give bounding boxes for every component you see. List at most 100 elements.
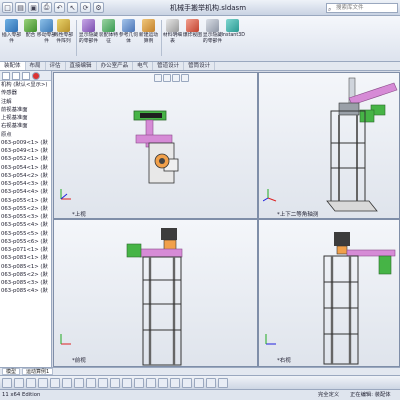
tree-item[interactable]: 063-p054<2> (默	[1, 172, 51, 180]
rebuild-icon[interactable]: ⟳	[80, 2, 91, 13]
gripper-part	[378, 255, 392, 275]
undo-icon[interactable]: ↶	[54, 2, 65, 13]
app-icon[interactable]	[38, 378, 48, 388]
feature-tree-icon[interactable]	[2, 72, 10, 80]
insert-component-icon	[5, 19, 18, 32]
show-hidden-components-button[interactable]: 显示隐藏的零部件	[79, 19, 98, 57]
new-icon[interactable]: □	[2, 2, 13, 13]
exploded-view-button[interactable]: 爆炸视图	[182, 19, 203, 57]
app-icon[interactable]	[194, 378, 204, 388]
tree-item[interactable]: 063-p055<4> (默	[1, 221, 51, 229]
tree-item[interactable]: 063-p085<4> (默	[1, 287, 51, 295]
tree-item[interactable]: 063-p055<2> (默	[1, 205, 51, 213]
property-manager-icon[interactable]	[12, 72, 20, 80]
tab-office-products[interactable]: 办公室产品	[97, 62, 134, 70]
tree-item[interactable]: 063-p055<1> (默	[1, 197, 51, 205]
tree-item[interactable]: 注解	[1, 98, 51, 106]
app-icon[interactable]	[146, 378, 156, 388]
app-icon[interactable]	[170, 378, 180, 388]
start-icon[interactable]	[2, 378, 12, 388]
appearance-icon[interactable]	[32, 72, 40, 80]
tab-electrical[interactable]: 电气	[133, 62, 154, 70]
app-icon[interactable]	[86, 378, 96, 388]
insert-component-button[interactable]: 插入零部件	[2, 19, 21, 57]
tree-item[interactable]: 063-p085<1> (默	[1, 263, 51, 271]
tab-tubing[interactable]: 管筒设计	[184, 62, 216, 70]
configuration-icon[interactable]	[22, 72, 30, 80]
select-icon[interactable]: ↖	[67, 2, 78, 13]
tab-evaluate[interactable]: 评估	[46, 62, 66, 70]
bill-of-materials-button[interactable]: 材料明细表	[162, 19, 183, 57]
app-icon[interactable]	[122, 378, 132, 388]
tree-item[interactable]: 右视基准面	[1, 122, 51, 130]
viewport-label: *上下二等角轴测	[277, 212, 319, 218]
tree-item[interactable]: 063-p009<1> (默	[1, 139, 51, 147]
tree-item[interactable]: 机构 (默认<显示>)	[1, 81, 51, 89]
arm-beam	[346, 249, 396, 257]
print-icon[interactable]: ⎙	[41, 2, 52, 13]
app-icon[interactable]	[98, 378, 108, 388]
tab-model[interactable]: 模型	[2, 368, 21, 375]
app-icon[interactable]	[14, 378, 24, 388]
tree-item[interactable]: 前视基准面	[1, 106, 51, 114]
reference-geometry-button[interactable]: 参考几何体	[119, 19, 138, 57]
app-icon[interactable]	[50, 378, 60, 388]
tree-item[interactable]: 原点	[1, 131, 51, 139]
tab-assembly[interactable]: 装配体	[0, 62, 26, 70]
ribbon-label: 材料明细表	[162, 33, 183, 44]
frame-outline	[323, 255, 359, 365]
tree-item[interactable]: 063-p052<1> (默	[1, 155, 51, 163]
tree-item[interactable]: 063-p054<3> (默	[1, 180, 51, 188]
axis-triad-icon	[263, 189, 277, 202]
open-icon[interactable]: ▤	[15, 2, 26, 13]
new-motion-study-button[interactable]: 新建运动算例	[139, 19, 158, 57]
tree-item[interactable]: 063-p055<3> (默	[1, 213, 51, 221]
instant3d-button[interactable]: Instant3D	[222, 19, 245, 57]
app-icon[interactable]	[218, 378, 228, 388]
options-icon[interactable]: ⚙	[93, 2, 104, 13]
arm-beam	[139, 248, 183, 258]
app-icon[interactable]	[110, 378, 120, 388]
app-icon[interactable]	[206, 378, 216, 388]
tree-item[interactable]: 063-p055<5> (默	[1, 230, 51, 238]
show-hidden-button[interactable]: 显示隐藏的零部件	[203, 19, 222, 57]
arm-beam	[348, 82, 398, 106]
viewport-right[interactable]: *右视	[258, 219, 400, 367]
tab-layout[interactable]: 布局	[26, 62, 46, 70]
tree-item[interactable]: 063-p049<1> (默	[1, 147, 51, 155]
tree-item[interactable]: 063-p055<6> (默	[1, 238, 51, 246]
app-icon[interactable]	[62, 378, 72, 388]
tree-item[interactable]: 传感器	[1, 89, 51, 97]
ribbon-label: 爆炸视图	[182, 33, 203, 38]
app-icon[interactable]	[158, 378, 168, 388]
viewport-front[interactable]: *前视	[53, 219, 258, 367]
move-component-button[interactable]: 移动零部件	[37, 19, 56, 57]
assembly-features-button[interactable]: 装配体特征	[99, 19, 118, 57]
carriage	[338, 102, 360, 116]
app-icon[interactable]	[134, 378, 144, 388]
tab-direct-editing[interactable]: 直接编辑	[66, 62, 97, 70]
linear-pattern-button[interactable]: 线性零部件阵列	[54, 19, 73, 57]
tree-item[interactable]: 063-p083<1> (默	[1, 254, 51, 262]
motor-top	[161, 228, 177, 240]
tree-item[interactable]: 063-p085<2> (默	[1, 271, 51, 279]
bom-icon	[166, 19, 179, 32]
app-icon[interactable]	[26, 378, 36, 388]
quick-access-toolbar: □ ▤ ▣ ⎙ ↶ ↖ ⟳ ⚙	[2, 2, 104, 13]
tab-piping[interactable]: 管道设计	[153, 62, 185, 70]
tree-item[interactable]: 063-p054<4> (默	[1, 188, 51, 196]
tree-item[interactable]: 063-p085<3> (默	[1, 279, 51, 287]
tree-item[interactable]: 063-p054<1> (默	[1, 164, 51, 172]
save-icon[interactable]: ▣	[28, 2, 39, 13]
search-input[interactable]: ⌕ 搜索库文件	[326, 3, 398, 13]
tab-motion-study[interactable]: 运动算例1	[22, 368, 54, 375]
app-icon[interactable]	[182, 378, 192, 388]
viewport-isometric[interactable]: *上下二等角轴测	[258, 72, 400, 219]
viewport-top[interactable]: *上视	[53, 72, 258, 219]
model-top-view	[133, 110, 179, 184]
tree-item[interactable]: 063-p071<1> (默	[1, 246, 51, 254]
app-icon[interactable]	[74, 378, 84, 388]
tree-item[interactable]: 上视基准面	[1, 114, 51, 122]
status-editing: 正在编辑: 装配体	[350, 392, 391, 398]
command-manager: 插入零部件 配合 线性零部件阵列 移动零部件 显示隐藏的零部件 装配体特征 参考…	[0, 16, 400, 62]
